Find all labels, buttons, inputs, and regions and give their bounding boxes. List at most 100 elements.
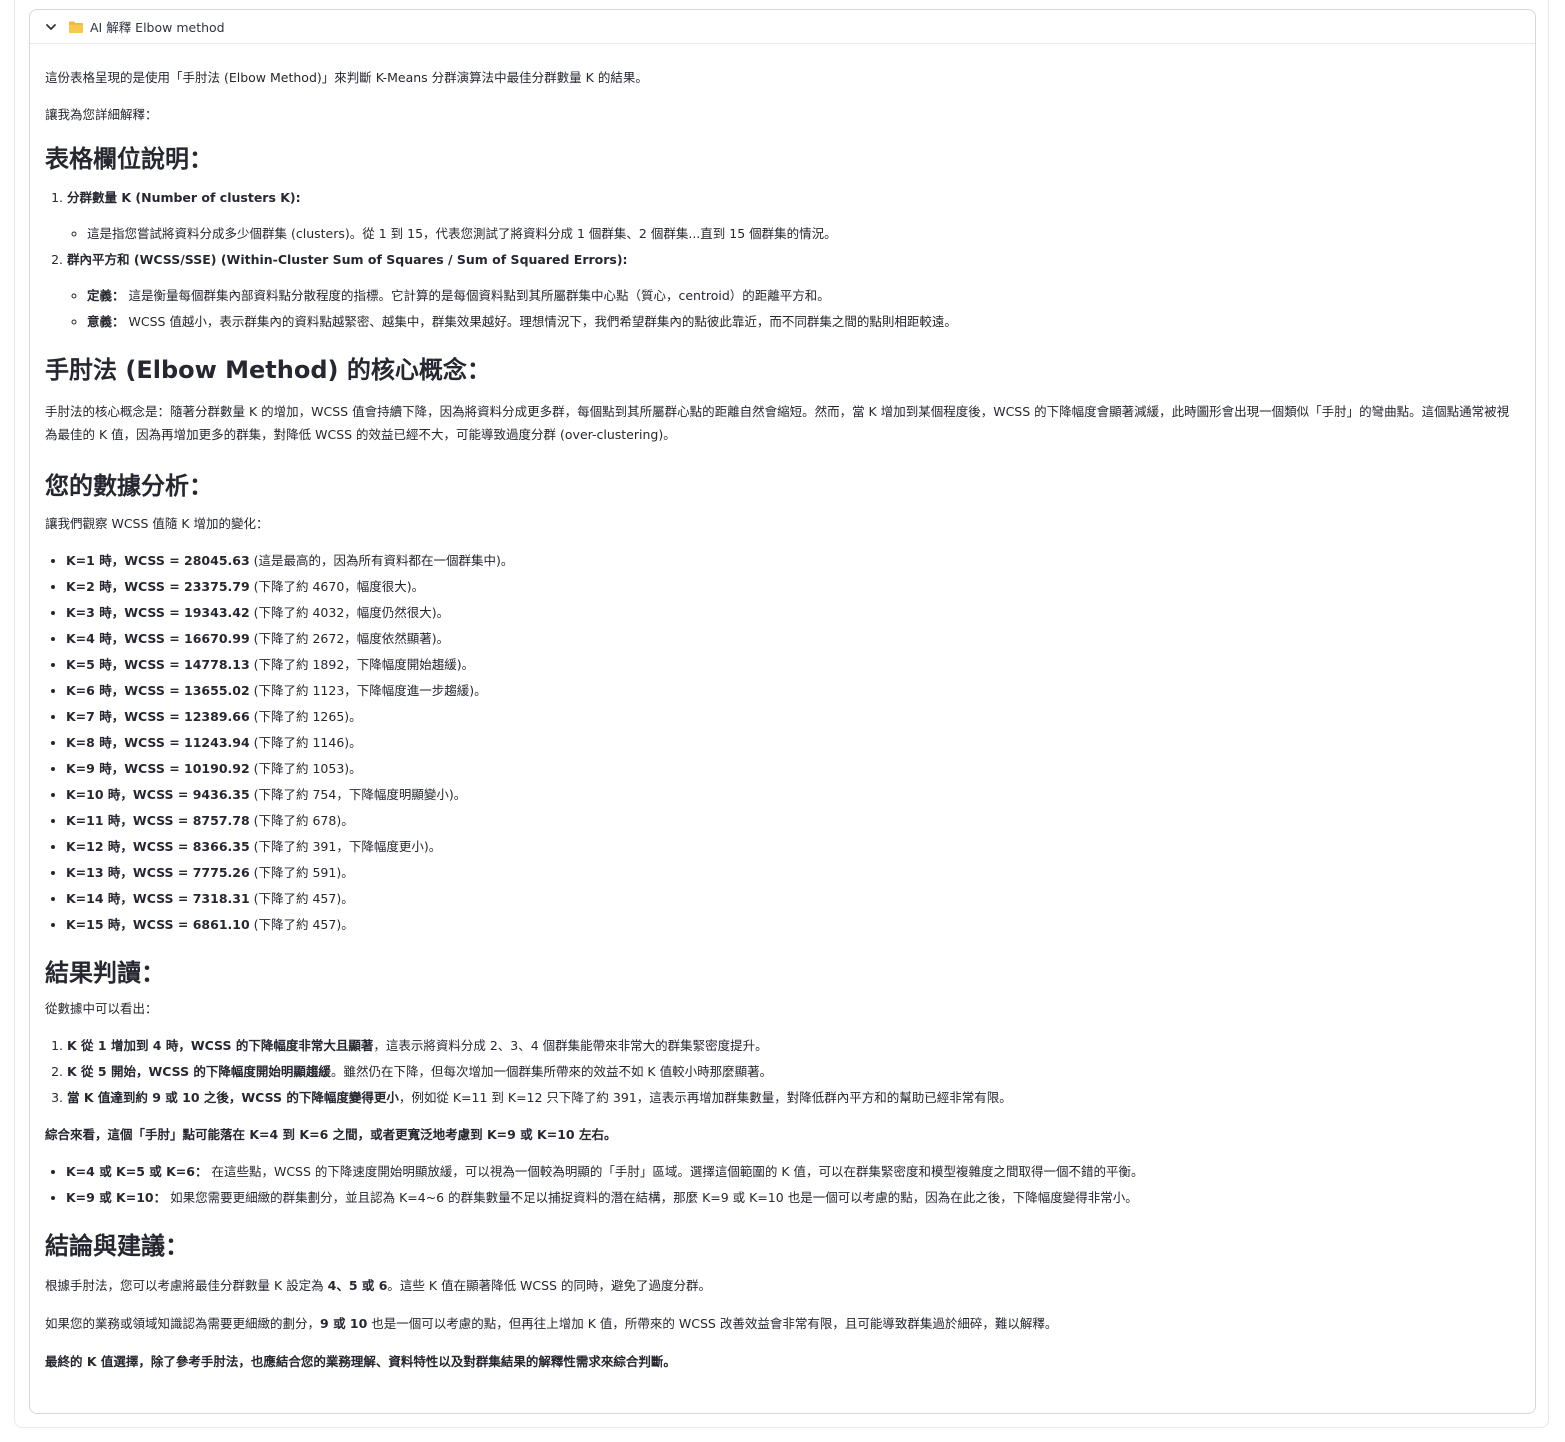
conclusion-text: 根據手肘法，您可以考慮將最佳分群數量 K 設定為 [45, 1278, 328, 1293]
list-item: 定義： 這是衡量每個群集內部資料點分散程度的指標。它計算的是每個資料點到其所屬群… [87, 286, 1520, 306]
analysis-intro: 讓我們觀察 WCSS 值隨 K 增加的變化： [45, 516, 269, 531]
item-text: (下降了約 4670，幅度很大)。 [249, 579, 425, 594]
conclusion-text: 。這些 K 值在顯著降低 WCSS 的同時，避免了過度分群。 [387, 1278, 711, 1293]
item-text: (下降了約 457)。 [249, 917, 354, 932]
list-item: K=6 時，WCSS = 13655.02 (下降了約 1123，下降幅度進一步… [66, 681, 1520, 701]
item-bold-text: K=3 時，WCSS = 19343.42 [66, 605, 250, 620]
list-item: K 從 1 增加到 4 時，WCSS 的下降幅度非常大且顯著，這表示將資料分成 … [67, 1036, 1520, 1056]
list-item: K=11 時，WCSS = 8757.78 (下降了約 678)。 [66, 811, 1520, 831]
list-item: K=1 時，WCSS = 28045.63 (這是最高的，因為所有資料都在一個群… [66, 551, 1520, 571]
item-text: (下降了約 457)。 [249, 891, 354, 906]
list-item: K=9 或 K=10： 如果您需要更細緻的群集劃分，並且認為 K=4~6 的群集… [66, 1188, 1520, 1208]
chevron-down-icon[interactable] [44, 20, 58, 34]
list-item: K=2 時，WCSS = 23375.79 (下降了約 4670，幅度很大)。 [66, 577, 1520, 597]
list-item: K=4 或 K=5 或 K=6： 在這些點，WCSS 的下降速度開始明顯放緩，可… [66, 1162, 1520, 1182]
item-bold-text: K=14 時，WCSS = 7318.31 [66, 891, 250, 906]
section-heading-fields: 表格欄位說明： [45, 145, 213, 173]
final-recommendation: 最終的 K 值選擇，除了參考手肘法，也應結合您的業務理解、資料特性以及對群集結果… [45, 1354, 676, 1369]
item-text: 。雖然仍在下降，但每次增加一個群集所帶來的效益不如 K 值較小時那麼顯著。 [330, 1064, 773, 1079]
section-heading-elbow: 手肘法 (Elbow Method) 的核心概念： [45, 356, 491, 384]
conclusion-paragraph-1: 根據手肘法，您可以考慮將最佳分群數量 K 設定為 4、5 或 6。這些 K 值在… [45, 1276, 1520, 1296]
item-text: (下降了約 1892，下降幅度開始趨緩)。 [249, 657, 475, 672]
item-text: (下降了約 1146)。 [249, 735, 362, 750]
expander-header[interactable]: AI 解釋 Elbow method [30, 10, 1535, 44]
intro-paragraph: 這份表格呈現的是使用「手肘法 (Elbow Method)」來判斷 K-Mean… [45, 70, 648, 85]
k-options-list: K=4 或 K=5 或 K=6： 在這些點，WCSS 的下降速度開始明顯放緩，可… [45, 1162, 1520, 1208]
item-text: (這是最高的，因為所有資料都在一個群集中)。 [249, 553, 514, 568]
item-bold-text: K=1 時，WCSS = 28045.63 [66, 553, 250, 568]
item-bold-text: K=11 時，WCSS = 8757.78 [66, 813, 250, 828]
item-text: (下降了約 1123，下降幅度進一步趨緩)。 [249, 683, 487, 698]
interpretation-list: K 從 1 增加到 4 時，WCSS 的下降幅度非常大且顯著，這表示將資料分成 … [45, 1036, 1520, 1108]
item-bold-text: K=5 時，WCSS = 14778.13 [66, 657, 250, 672]
list-item: K=4 時，WCSS = 16670.99 (下降了約 2672，幅度依然顯著)… [66, 629, 1520, 649]
item-text: 在這些點，WCSS 的下降速度開始明顯放緩，可以視為一個較為明顯的「手肘」區域。… [207, 1164, 1144, 1179]
item-bold-text: K=13 時，WCSS = 7775.26 [66, 865, 250, 880]
conclusion-k-values: 4、5 或 6 [327, 1278, 388, 1293]
list-item: K=13 時，WCSS = 7775.26 (下降了約 591)。 [66, 863, 1520, 883]
item-bold-text: K=8 時，WCSS = 11243.94 [66, 735, 250, 750]
sub-list: 定義： 這是衡量每個群集內部資料點分散程度的指標。它計算的是每個資料點到其所屬群… [67, 286, 1520, 332]
expander-title: AI 解釋 Elbow method [90, 20, 225, 35]
item-bold-text: 當 K 值達到約 9 或 10 之後，WCSS 的下降幅度變得更小 [67, 1090, 399, 1105]
list-item: K=5 時，WCSS = 14778.13 (下降了約 1892，下降幅度開始趨… [66, 655, 1520, 675]
item-bold-text: K=2 時，WCSS = 23375.79 [66, 579, 250, 594]
list-item: K=7 時，WCSS = 12389.66 (下降了約 1265)。 [66, 707, 1520, 727]
expander-content: 這份表格呈現的是使用「手肘法 (Elbow Method)」來判斷 K-Mean… [30, 68, 1535, 1372]
section-heading-conclusion: 結論與建議： [45, 1232, 189, 1260]
item-bold-text: K=4 時，WCSS = 16670.99 [66, 631, 250, 646]
analysis-list: K=1 時，WCSS = 28045.63 (這是最高的，因為所有資料都在一個群… [45, 551, 1520, 935]
folder-icon [69, 21, 83, 33]
list-item: K=15 時，WCSS = 6861.10 (下降了約 457)。 [66, 915, 1520, 935]
list-item: 意義： WCSS 值越小，表示群集內的資料點越緊密、越集中，群集效果越好。理想情… [87, 312, 1520, 332]
item-bold-text: K=12 時，WCSS = 8366.35 [66, 839, 250, 854]
definition-text: 這是衡量每個群集內部資料點分散程度的指標。它計算的是每個資料點到其所屬群集中心點… [124, 288, 830, 303]
sub-list: 這是指您嘗試將資料分成多少個群集 (clusters)。從 1 到 15，代表您… [67, 224, 1520, 244]
list-item: 當 K 值達到約 9 或 10 之後，WCSS 的下降幅度變得更小，例如從 K=… [67, 1088, 1520, 1108]
conclusion-text: 也是一個可以考慮的點，但再往上增加 K 值，所帶來的 WCSS 改善效益會非常有… [367, 1316, 1058, 1331]
field-wcss-title: 群內平方和 (WCSS/SSE) (Within-Cluster Sum of … [67, 252, 628, 267]
item-text: (下降了約 1053)。 [249, 761, 362, 776]
item-bold-text: K=9 時，WCSS = 10190.92 [66, 761, 250, 776]
interpretation-summary: 綜合來看，這個「手肘」點可能落在 K=4 到 K=6 之間，或者更寬泛地考慮到 … [45, 1125, 1520, 1145]
intro-paragraph-2: 讓我為您詳細解釋： [45, 107, 158, 122]
item-bold-text: K=15 時，WCSS = 6861.10 [66, 917, 250, 932]
item-bold-text: K=9 或 K=10： [66, 1190, 167, 1205]
item-text: (下降了約 754，下降幅度明顯變小)。 [249, 787, 467, 802]
item-bold-text: K=10 時，WCSS = 9436.35 [66, 787, 250, 802]
interpretation-intro: 從數據中可以看出： [45, 1001, 158, 1016]
item-text: (下降了約 1265)。 [249, 709, 362, 724]
meaning-label: 意義： [87, 314, 125, 329]
section-heading-analysis: 您的數據分析： [45, 472, 213, 500]
conclusion-paragraph-3: 最終的 K 值選擇，除了參考手肘法，也應結合您的業務理解、資料特性以及對群集結果… [45, 1352, 1520, 1372]
list-item: K=12 時，WCSS = 8366.35 (下降了約 391，下降幅度更小)。 [66, 837, 1520, 857]
elbow-concept-paragraph: 手肘法的核心概念是：隨著分群數量 K 的增加，WCSS 值會持續下降，因為將資料… [45, 404, 1510, 442]
item-bold-text: K 從 5 開始，WCSS 的下降幅度開始明顯趨緩 [67, 1064, 331, 1079]
list-item: K=3 時，WCSS = 19343.42 (下降了約 4032，幅度仍然很大)… [66, 603, 1520, 623]
item-bold-text: K=7 時，WCSS = 12389.66 [66, 709, 250, 724]
list-item: 分群數量 K (Number of clusters K): 這是指您嘗試將資料… [67, 188, 1520, 244]
item-text: 如果您需要更細緻的群集劃分，並且認為 K=4~6 的群集數量不足以捕捉資料的潛在… [166, 1190, 1138, 1205]
ai-explanation-expander: AI 解釋 Elbow method 這份表格呈現的是使用「手肘法 (Elbow… [29, 9, 1536, 1414]
fields-list: 分群數量 K (Number of clusters K): 這是指您嘗試將資料… [45, 188, 1520, 332]
item-text: (下降了約 391，下降幅度更小)。 [249, 839, 442, 854]
conclusion-k-values: 9 或 10 [320, 1316, 368, 1331]
item-text: (下降了約 4032，幅度仍然很大)。 [249, 605, 450, 620]
list-item: 這是指您嘗試將資料分成多少個群集 (clusters)。從 1 到 15，代表您… [87, 224, 1520, 244]
item-bold-text: K=6 時，WCSS = 13655.02 [66, 683, 250, 698]
item-text: (下降了約 591)。 [249, 865, 354, 880]
meaning-text: WCSS 值越小，表示群集內的資料點越緊密、越集中，群集效果越好。理想情況下，我… [124, 314, 957, 329]
item-bold-text: K=4 或 K=5 或 K=6： [66, 1164, 208, 1179]
item-text: (下降了約 2672，幅度依然顯著)。 [249, 631, 450, 646]
item-text: (下降了約 678)。 [249, 813, 354, 828]
list-item: K=14 時，WCSS = 7318.31 (下降了約 457)。 [66, 889, 1520, 909]
section-heading-interpretation: 結果判讀： [45, 959, 165, 987]
item-bold-text: K 從 1 增加到 4 時，WCSS 的下降幅度非常大且顯著 [67, 1038, 374, 1053]
list-item: K=10 時，WCSS = 9436.35 (下降了約 754，下降幅度明顯變小… [66, 785, 1520, 805]
list-item: K=8 時，WCSS = 11243.94 (下降了約 1146)。 [66, 733, 1520, 753]
list-item: K 從 5 開始，WCSS 的下降幅度開始明顯趨緩。雖然仍在下降，但每次增加一個… [67, 1062, 1520, 1082]
conclusion-paragraph-2: 如果您的業務或領域知識認為需要更細緻的劃分，9 或 10 也是一個可以考慮的點，… [45, 1314, 1520, 1334]
field-k-title: 分群數量 K (Number of clusters K): [67, 190, 301, 205]
list-item: 群內平方和 (WCSS/SSE) (Within-Cluster Sum of … [67, 250, 1520, 332]
definition-label: 定義： [87, 288, 125, 303]
